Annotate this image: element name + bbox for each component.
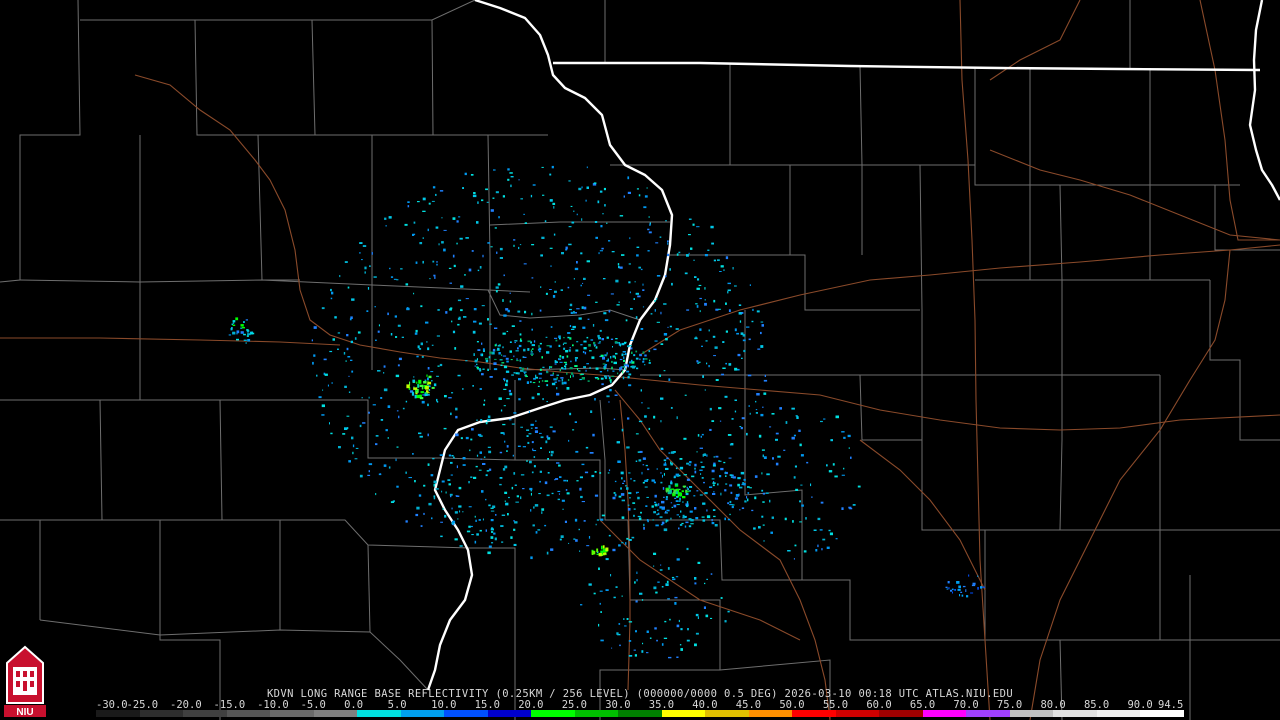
niu-logo: NIU xyxy=(4,645,46,717)
reflectivity-scale-labels: -30.0 -25.0 -20.0 -15.0 -10.0 -5.0 0.0 5.0 10.0 1… xyxy=(96,699,1196,711)
colorbar-segment xyxy=(96,710,140,717)
colorbar-segment xyxy=(444,710,488,717)
logo-text: NIU xyxy=(16,707,33,717)
colorbar-segment xyxy=(705,710,749,717)
colorbar-segment xyxy=(922,710,967,717)
colorbar-segment xyxy=(792,710,836,717)
colorbar-segment xyxy=(835,710,880,717)
reflectivity-colorbar xyxy=(96,710,1184,717)
colorbar-segment xyxy=(618,710,662,717)
colorbar-segment xyxy=(1096,710,1141,717)
colorbar-segment xyxy=(139,710,184,717)
colorbar-segment xyxy=(313,710,358,717)
colorbar-segment xyxy=(270,710,314,717)
colorbar-segment xyxy=(226,710,271,717)
colorbar-segment xyxy=(487,710,532,717)
colorbar-segment xyxy=(400,710,445,717)
colorbar-segment xyxy=(357,710,401,717)
colorbar-segment xyxy=(1009,710,1054,717)
colorbar-segment xyxy=(1053,710,1097,717)
colorbar-segment xyxy=(183,710,227,717)
colorbar-segment xyxy=(661,710,706,717)
colorbar-segment xyxy=(966,710,1010,717)
colorbar-segment xyxy=(748,710,793,717)
colorbar-segment xyxy=(574,710,619,717)
colorbar-segment xyxy=(879,710,923,717)
radar-map xyxy=(0,0,1280,720)
colorbar-segment xyxy=(531,710,575,717)
colorbar-segment xyxy=(1140,710,1184,717)
